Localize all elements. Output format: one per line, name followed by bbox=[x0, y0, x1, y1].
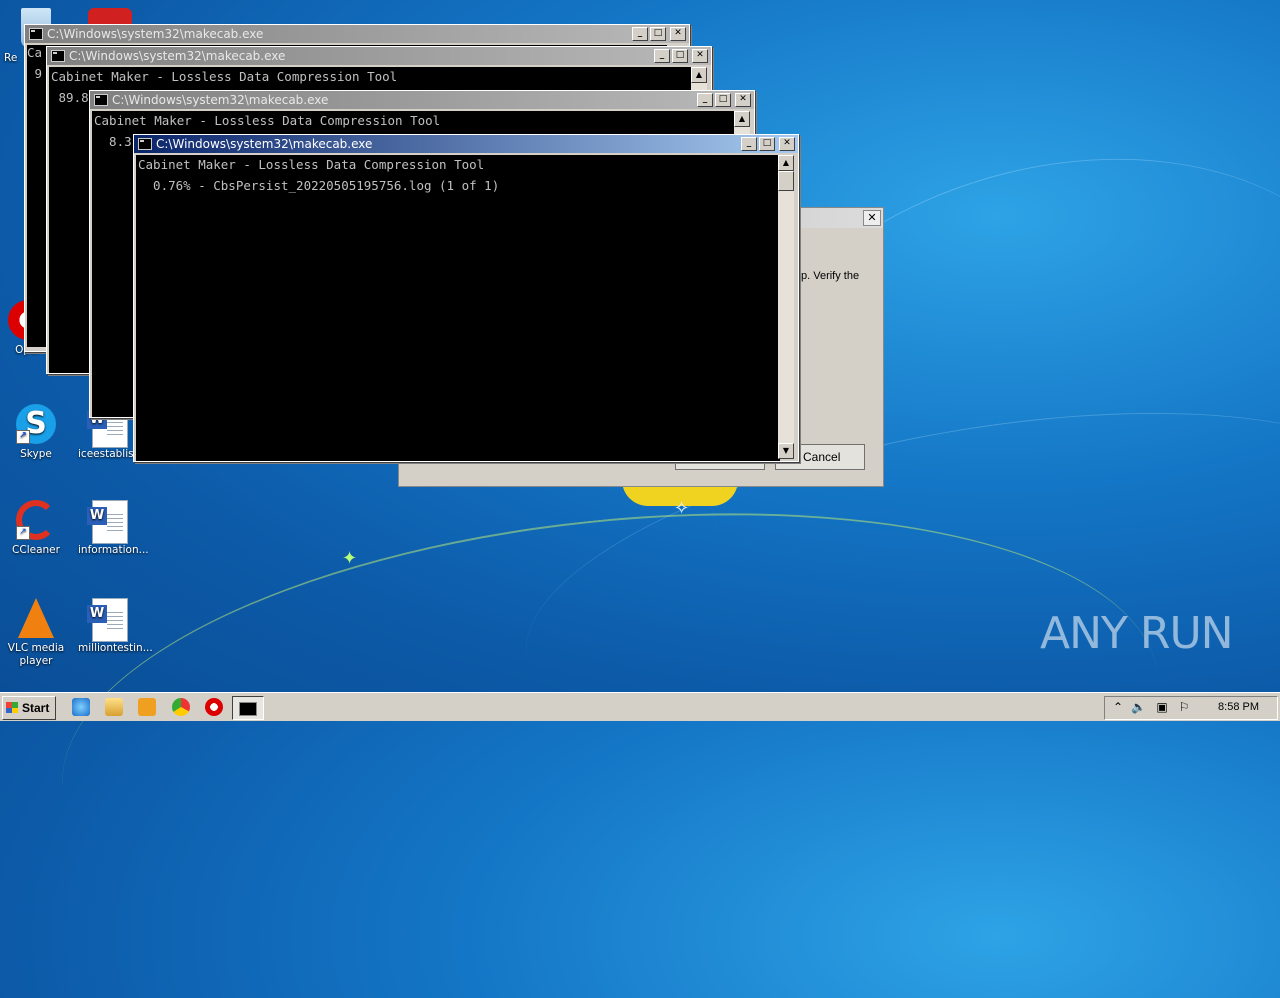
anyrun-watermark: ANY RUN bbox=[1040, 608, 1234, 659]
minimize-button[interactable]: _ bbox=[632, 27, 648, 41]
opera-icon[interactable] bbox=[205, 698, 223, 716]
console-output: Cabinet Maker - Lossless Data Compressio… bbox=[136, 155, 780, 461]
windows-flag-icon bbox=[6, 702, 18, 713]
dialog-ok-button[interactable] bbox=[675, 461, 765, 470]
skype-icon: S ↗ bbox=[16, 404, 56, 444]
system-tray: ⌃ 🔈 ▣ ⚐ 8:58 PM bbox=[1104, 696, 1278, 720]
desktop-icon-information[interactable]: W information... bbox=[78, 500, 149, 557]
scroll-up-icon[interactable]: ▲ bbox=[778, 155, 794, 171]
ccleaner-icon: ↗ bbox=[16, 500, 56, 540]
action-center-flag-icon[interactable]: ⚐ bbox=[1177, 700, 1191, 714]
vertical-scrollbar[interactable]: ▲ ▼ bbox=[778, 155, 794, 459]
close-button[interactable]: ✕ bbox=[692, 49, 708, 63]
maximize-button[interactable]: □ bbox=[715, 93, 731, 107]
vlc-cone-icon bbox=[18, 598, 54, 638]
maximize-button[interactable]: □ bbox=[672, 49, 688, 63]
chrome-icon[interactable] bbox=[172, 698, 190, 716]
scroll-up-icon[interactable]: ▲ bbox=[691, 67, 707, 83]
minimize-button[interactable]: _ bbox=[697, 93, 713, 107]
taskbar: Start ⌃ 🔈 ▣ ⚐ 8:58 PM bbox=[0, 692, 1280, 721]
desktop-icon-milliontesting[interactable]: W milliontestin... bbox=[78, 598, 153, 655]
console-icon bbox=[29, 28, 43, 40]
taskbar-console-task[interactable] bbox=[232, 696, 264, 720]
sparkle-icon: ✧ bbox=[674, 498, 690, 519]
close-button[interactable]: ✕ bbox=[670, 27, 686, 41]
clock[interactable]: 8:58 PM bbox=[1218, 701, 1259, 713]
scroll-down-icon[interactable]: ▼ bbox=[778, 443, 794, 459]
start-button[interactable]: Start bbox=[2, 696, 56, 720]
shortcut-arrow-icon: ↗ bbox=[16, 430, 30, 444]
minimize-button[interactable]: _ bbox=[654, 49, 670, 63]
close-button[interactable]: ✕ bbox=[735, 93, 751, 107]
scroll-up-icon[interactable]: ▲ bbox=[734, 111, 750, 127]
minimize-button[interactable]: _ bbox=[741, 137, 757, 151]
desktop-icon-skype[interactable]: S ↗ Skype bbox=[4, 404, 68, 461]
sparkle-icon: ✦ bbox=[342, 548, 358, 569]
wallpaper-streak bbox=[40, 463, 1180, 998]
window-titlebar[interactable]: C:\Windows\system32\makecab.exe _ □ ✕ bbox=[25, 25, 689, 43]
desktop-icon-vlc[interactable]: VLC media player bbox=[4, 598, 68, 668]
console-icon bbox=[94, 94, 108, 106]
shortcut-arrow-icon: ↗ bbox=[16, 526, 30, 540]
network-icon[interactable]: ▣ bbox=[1155, 700, 1169, 714]
word-document-icon: W bbox=[87, 598, 130, 642]
scroll-thumb[interactable] bbox=[778, 171, 794, 191]
window-titlebar[interactable]: C:\Windows\system32\makecab.exe _ □ ✕ bbox=[134, 135, 798, 153]
internet-explorer-icon[interactable] bbox=[72, 698, 90, 716]
close-button[interactable]: ✕ bbox=[779, 137, 795, 151]
maximize-button[interactable]: □ bbox=[650, 27, 666, 41]
maximize-button[interactable]: □ bbox=[759, 137, 775, 151]
window-titlebar[interactable]: C:\Windows\system32\makecab.exe _ □ ✕ bbox=[47, 47, 711, 65]
volume-icon[interactable]: 🔈 bbox=[1131, 700, 1146, 714]
console-window-active[interactable]: C:\Windows\system32\makecab.exe _ □ ✕ Ca… bbox=[133, 134, 799, 462]
dialog-close-button[interactable]: ✕ bbox=[863, 210, 881, 226]
file-explorer-icon[interactable] bbox=[105, 698, 123, 716]
word-document-icon: W bbox=[87, 500, 130, 544]
console-icon bbox=[138, 138, 152, 150]
console-icon bbox=[51, 50, 65, 62]
dialog-message: p. Verify the bbox=[801, 270, 860, 282]
show-hidden-icons-icon[interactable]: ⌃ bbox=[1111, 700, 1125, 714]
desktop-icon-ccleaner[interactable]: ↗ CCleaner bbox=[4, 500, 68, 557]
console-icon bbox=[239, 702, 257, 716]
window-titlebar[interactable]: C:\Windows\system32\makecab.exe _ □ ✕ bbox=[90, 91, 754, 109]
media-player-icon[interactable] bbox=[138, 698, 156, 716]
